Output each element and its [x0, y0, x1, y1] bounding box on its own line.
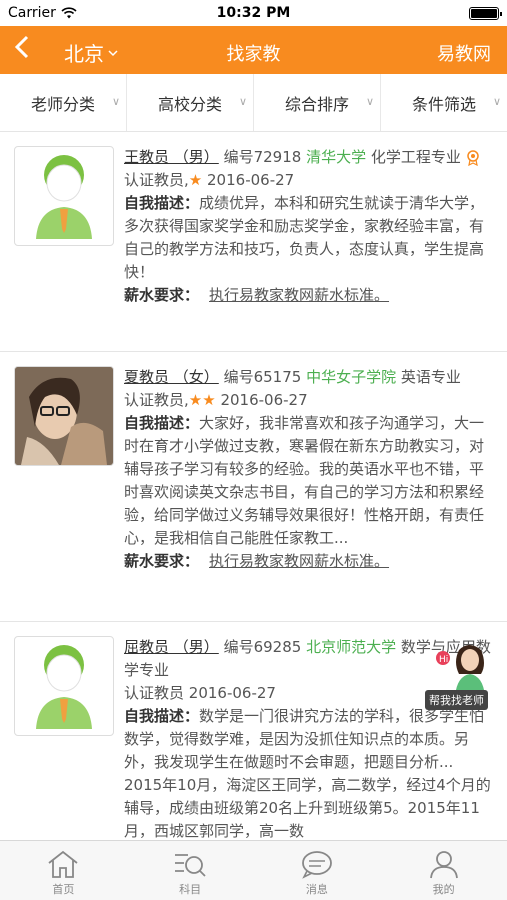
teacher-info: 夏教员 （女） 编号65175 中华女子学院 英语专业 认证教员,★★ 2016… [124, 366, 495, 609]
teacher-date: 2016-06-27 [220, 391, 308, 409]
teacher-major-cont: 业 [445, 148, 461, 166]
teacher-cert-line: 认证教员,★★ 2016-06-27 [124, 389, 495, 412]
tab-subjects[interactable]: 科目 [127, 841, 254, 900]
default-avatar-icon [36, 645, 92, 729]
desc-text: 大家好，我非常喜欢和孩子沟通学习，大一时在育才小学做过支教，寒暑假在新东方助教实… [124, 414, 485, 547]
filter-label: 条件筛选 [411, 94, 476, 114]
teacher-date: 2016-06-27 [207, 171, 295, 189]
salary-label: 薪水要求： [124, 286, 200, 304]
medal-icon [466, 149, 479, 166]
teacher-header: 王教员 （男） 编号72918 清华大学 化学工程专业 [124, 146, 495, 169]
tab-label: 消息 [305, 883, 328, 896]
filter-university-category[interactable]: 高校分类 ∨ [127, 74, 254, 131]
tab-profile[interactable]: 我的 [380, 841, 507, 900]
teacher-major: 化学工程专 [370, 148, 446, 166]
desc-label: 自我描述： [124, 414, 200, 432]
desc-label: 自我描述： [124, 194, 200, 212]
teacher-cert-line: 认证教员,★ 2016-06-27 [124, 169, 495, 192]
teacher-cert: 认证教员 [124, 684, 185, 702]
subject-search-icon [175, 854, 206, 877]
desc-label: 自我描述： [124, 707, 200, 725]
message-icon [301, 851, 332, 879]
teacher-cert: 认证教员, [124, 391, 189, 409]
teacher-card[interactable]: 夏教员 （女） 编号65175 中华女子学院 英语专业 认证教员,★★ 2016… [0, 352, 507, 622]
help-label: 帮我找老师 [425, 690, 488, 710]
home-icon [48, 850, 78, 878]
chevron-down-icon: ∨ [365, 95, 374, 108]
filter-label: 综合排序 [284, 94, 349, 114]
avatar [14, 636, 114, 736]
teacher-name[interactable]: 屈教员 （男） [124, 638, 219, 656]
desc-text: 数学是一门很讲究方法的学科，很多学生怕数学，觉得数学难，是因为没抓住知识点的本质… [124, 707, 491, 840]
teacher-header: 夏教员 （女） 编号65175 中华女子学院 英语专业 [124, 366, 495, 389]
teacher-description: 自我描述：数学是一门很讲究方法的学科，很多学生怕数学，觉得数学难，是因为没抓住知… [124, 705, 495, 840]
teacher-description: 自我描述：成绩优异，本科和研究生就读于清华大学，多次获得国家奖学金和励志奖学金，… [124, 192, 495, 284]
avatar [14, 146, 114, 246]
svg-text:Hi: Hi [439, 655, 448, 665]
filter-label: 高校分类 [157, 94, 222, 114]
status-bar: Carrier 10:32 PM [0, 0, 507, 26]
tab-label: 首页 [52, 883, 75, 896]
teacher-school: 北京师范大学 [306, 638, 397, 656]
battery-icon [469, 7, 502, 20]
tab-bar: 首页 科目 消息 我的 [0, 840, 507, 900]
avatar [14, 366, 114, 466]
teacher-date: 2016-06-27 [188, 684, 276, 702]
teacher-school: 清华大学 [306, 148, 367, 166]
chevron-down-icon: ∨ [238, 95, 247, 108]
rating-stars: ★★ [188, 391, 216, 409]
rating-stars: ★ [188, 171, 203, 189]
teacher-photo [15, 367, 113, 465]
salary-link[interactable]: 执行易教家教网薪水标准。 [209, 286, 389, 304]
teacher-cert: 认证教员, [124, 171, 189, 189]
chevron-down-icon: ∨ [492, 95, 501, 108]
filter-label: 老师分类 [30, 94, 95, 114]
filter-teacher-category[interactable]: 老师分类 ∨ [0, 74, 127, 131]
teacher-id: 编号72918 [223, 148, 302, 166]
help-find-teacher-button[interactable]: Hi 帮我找老师 [425, 640, 499, 710]
teacher-salary: 薪水要求： 执行易教家教网薪水标准。 [124, 284, 495, 307]
salary-label: 薪水要求： [124, 552, 200, 570]
teacher-id: 编号65175 [223, 368, 302, 386]
nav-bar: 北京 找家教 易教网 [0, 26, 507, 74]
teacher-major: 英语专业 [400, 368, 461, 386]
teacher-card[interactable]: 王教员 （男） 编号72918 清华大学 化学工程专业 认证教员,★ 2016-… [0, 132, 507, 352]
assistant-avatar-icon: Hi [436, 645, 485, 696]
tab-label: 科目 [179, 883, 202, 896]
tab-messages[interactable]: 消息 [254, 841, 381, 900]
profile-icon [429, 851, 458, 879]
filter-conditions[interactable]: 条件筛选 ∨ [381, 74, 507, 131]
teacher-description: 自我描述：大家好，我非常喜欢和孩子沟通学习，大一时在育才小学做过支教，寒暑假在新… [124, 412, 495, 550]
chevron-down-icon: ∨ [111, 95, 120, 108]
status-time: 10:32 PM [216, 5, 291, 21]
teacher-school: 中华女子学院 [306, 368, 397, 386]
teacher-info: 王教员 （男） 编号72918 清华大学 化学工程专业 认证教员,★ 2016-… [124, 146, 495, 339]
filter-sort[interactable]: 综合排序 ∨ [254, 74, 381, 131]
page-title: 找家教 [226, 44, 281, 65]
default-avatar-icon [36, 155, 92, 239]
teacher-salary: 薪水要求： 执行易教家教网薪水标准。 [124, 550, 495, 573]
brand-link[interactable]: 易教网 [437, 40, 491, 66]
teacher-name[interactable]: 夏教员 （女） [124, 368, 219, 386]
salary-link[interactable]: 执行易教家教网薪水标准。 [209, 552, 389, 570]
tab-label: 我的 [432, 883, 455, 896]
tab-home[interactable]: 首页 [0, 841, 127, 900]
teacher-name[interactable]: 王教员 （男） [124, 148, 219, 166]
teacher-id: 编号69285 [223, 638, 302, 656]
filter-bar: 老师分类 ∨ 高校分类 ∨ 综合排序 ∨ 条件筛选 ∨ [0, 74, 507, 132]
teacher-list: 王教员 （男） 编号72918 清华大学 化学工程专业 认证教员,★ 2016-… [0, 132, 507, 840]
